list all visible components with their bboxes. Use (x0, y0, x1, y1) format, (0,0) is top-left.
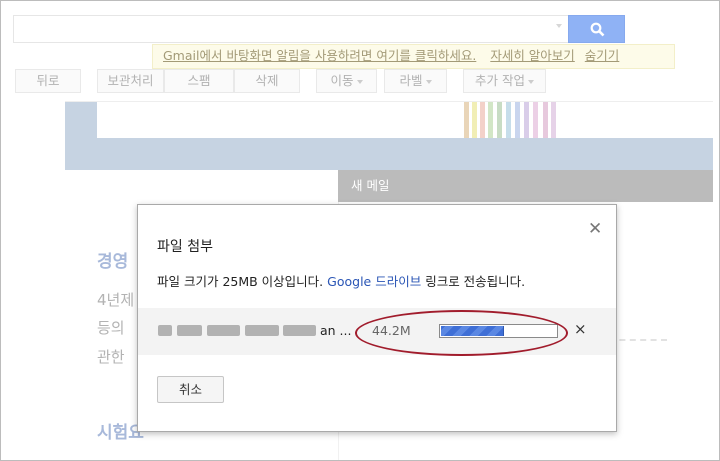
learn-more-link[interactable]: 자세히 알아보기 (490, 48, 574, 63)
hide-link[interactable]: 숨기기 (585, 48, 620, 63)
message-prefix: 파일 크기가 25MB 이상입니다. (157, 274, 324, 289)
rainbow-stripe (533, 102, 538, 138)
rainbow-stripe (497, 102, 502, 138)
search-icon (590, 22, 605, 37)
message-suffix: 링크로 전송됩니다. (425, 274, 526, 289)
chevron-down-icon (356, 79, 363, 84)
back-label: 뒤로 (36, 73, 60, 88)
labels-label: 라벨 (399, 73, 423, 88)
rainbow-stripe (472, 102, 477, 138)
dialog-title: 파일 첨부 (157, 239, 213, 255)
email-text-line: 4년제 (97, 291, 135, 309)
email-banner-inner (97, 102, 713, 138)
email-heading: 경영 (97, 252, 129, 272)
rainbow-stripe (515, 102, 520, 138)
rainbow-stripe (524, 102, 529, 138)
google-drive-link[interactable]: Google 드라이브 (327, 274, 421, 289)
compose-title: 새 메일 (351, 178, 390, 193)
dialog-message: 파일 크기가 25MB 이상입니다. Google 드라이브 링크로 전송됩니다… (157, 271, 525, 290)
move-menu-button[interactable]: 이동 (316, 69, 377, 93)
cancel-upload-icon[interactable]: × (574, 320, 587, 338)
chevron-down-icon (527, 79, 534, 84)
annotation-oval (355, 310, 568, 356)
compose-title-bar[interactable]: 새 메일 (338, 170, 713, 202)
delete-button[interactable]: 삭제 (234, 69, 300, 93)
cancel-button[interactable]: 취소 (157, 376, 224, 403)
spam-label: 스팸 (187, 73, 211, 88)
search-button[interactable] (568, 15, 625, 43)
email-text-line: 관한 (97, 348, 125, 366)
more-actions-label: 추가 작업 (475, 73, 525, 88)
spam-button[interactable]: 스팸 (164, 69, 234, 93)
labels-menu-button[interactable]: 라벨 (384, 69, 447, 93)
desktop-notification-bar: Gmail에서 바탕화면 알림을 사용하려면 여기를 클릭하세요. 자세히 알아보… (152, 44, 675, 69)
chevron-down-icon (425, 79, 432, 84)
enable-notifications-link[interactable]: Gmail에서 바탕화면 알림을 사용하려면 여기를 클릭하세요. (163, 48, 476, 63)
screenshot-frame: Gmail에서 바탕화면 알림을 사용하려면 여기를 클릭하세요. 자세히 알아보… (0, 0, 720, 461)
email-text-line: 등의 (97, 319, 125, 337)
rainbow-stripe (480, 102, 485, 138)
blurred-filename (158, 325, 318, 336)
search-input[interactable] (13, 15, 569, 43)
more-actions-button[interactable]: 추가 작업 (463, 69, 546, 93)
archive-label: 보관처리 (107, 73, 154, 88)
dashed-separator (609, 339, 667, 341)
rainbow-stripe (551, 102, 556, 138)
archive-button[interactable]: 보관처리 (97, 69, 164, 93)
close-icon[interactable]: ✕ (588, 219, 602, 239)
rainbow-stripe (543, 102, 548, 138)
back-button[interactable]: 뒤로 (15, 69, 81, 93)
rainbow-stripe (506, 102, 511, 138)
rainbow-stripe (488, 102, 493, 138)
search-options-icon[interactable] (556, 24, 562, 28)
delete-label: 삭제 (255, 73, 279, 88)
move-label: 이동 (330, 73, 354, 88)
file-name: an ... (320, 323, 352, 338)
rainbow-stripe (464, 102, 469, 138)
